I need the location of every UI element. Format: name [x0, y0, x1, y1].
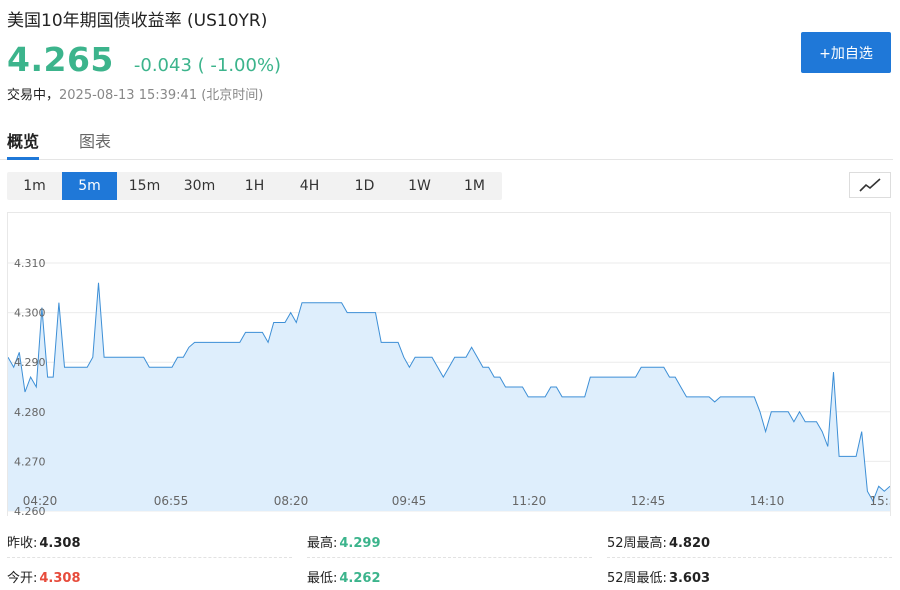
stats-divider — [307, 557, 592, 558]
x-tick-label: 06:55 — [154, 494, 189, 508]
stat-label: 今开: — [7, 571, 38, 586]
x-tick-label: 04:20 — [23, 494, 58, 508]
stat-value: 4.308 — [39, 536, 81, 551]
stat-label: 52周最高: — [607, 536, 667, 551]
price-chart[interactable]: 4.260 4.270 4.280 4.290 4.300 4.310 04:20 06:55… — [7, 212, 891, 516]
period-4h[interactable]: 4H — [282, 172, 337, 200]
stats-divider — [607, 557, 892, 558]
stat-value: 4.308 — [39, 571, 81, 586]
period-1d[interactable]: 1D — [337, 172, 392, 200]
stat-value: 4.299 — [339, 536, 381, 551]
x-tick-label: 08:20 — [274, 494, 309, 508]
period-15m[interactable]: 15m — [117, 172, 172, 200]
stat-value: 4.262 — [339, 571, 381, 586]
x-tick-label: 09:45 — [392, 494, 427, 508]
trading-status: 交易中，2025-08-13 15:39:41 (北京时间) — [7, 84, 263, 103]
price-row: 4.265 -0.043 ( -1.00%) — [7, 40, 281, 79]
period-1mo[interactable]: 1M — [447, 172, 502, 200]
y-tick-label: 4.280 — [14, 406, 46, 419]
stat-label: 昨收: — [7, 536, 38, 551]
status-label: 交易中， — [7, 88, 60, 103]
line-chart-icon — [859, 178, 881, 192]
y-tick-label: 4.270 — [14, 455, 46, 468]
stat-low: 最低: 4.262 — [307, 567, 381, 586]
stat-open: 今开: 4.308 — [7, 567, 81, 586]
active-tab-indicator — [7, 157, 39, 160]
page-title: 美国10年期国债收益率 (US10YR) — [7, 11, 268, 31]
period-1w[interactable]: 1W — [392, 172, 447, 200]
stat-label: 最高: — [307, 536, 338, 551]
chart-type-button[interactable] — [849, 172, 891, 198]
period-1m[interactable]: 1m — [7, 172, 62, 200]
stats-divider — [7, 557, 292, 558]
stat-52wk-low: 52周最低: 3.603 — [607, 567, 710, 586]
y-tick-label: 4.300 — [14, 307, 46, 320]
stat-prev-close: 昨收: 4.308 — [7, 532, 81, 551]
period-selector: 1m 5m 15m 30m 1H 4H 1D 1W 1M — [7, 172, 502, 200]
stat-label: 最低: — [307, 571, 338, 586]
price-change: -0.043 ( -1.00%) — [133, 55, 282, 76]
tab-overview[interactable]: 概览 — [7, 128, 39, 152]
stat-value: 4.820 — [668, 536, 711, 551]
x-tick-label: 11:20 — [512, 494, 547, 508]
add-watchlist-button[interactable]: +加自选 — [801, 32, 891, 73]
x-tick-label: 12:45 — [631, 494, 666, 508]
y-tick-label: 4.310 — [14, 257, 46, 270]
tab-bar: 概览 图表 — [0, 118, 893, 160]
status-datetime: 2025-08-13 15:39:41 (北京时间) — [59, 88, 264, 103]
stat-label: 52周最低: — [607, 571, 667, 586]
stat-52wk-high: 52周最高: 4.820 — [607, 532, 710, 551]
stat-high: 最高: 4.299 — [307, 532, 381, 551]
series-area — [8, 282, 890, 511]
current-price: 4.265 — [7, 40, 114, 79]
period-1h[interactable]: 1H — [227, 172, 282, 200]
stat-value: 3.603 — [668, 571, 711, 586]
x-tick-label: 14:10 — [750, 494, 785, 508]
period-30m[interactable]: 30m — [172, 172, 227, 200]
stats-panel: 昨收: 4.308 最高: 4.299 52周最高: 4.820 今开: 4.308 最… — [0, 522, 900, 590]
x-tick-label: 15:3 — [870, 494, 891, 508]
period-5m[interactable]: 5m — [62, 172, 117, 200]
y-tick-label: 4.290 — [14, 356, 46, 369]
chart-canvas: 4.2604.2704.2804.2904.3004.31004:20 06:55… — [8, 257, 891, 516]
tab-chart[interactable]: 图表 — [79, 128, 111, 152]
